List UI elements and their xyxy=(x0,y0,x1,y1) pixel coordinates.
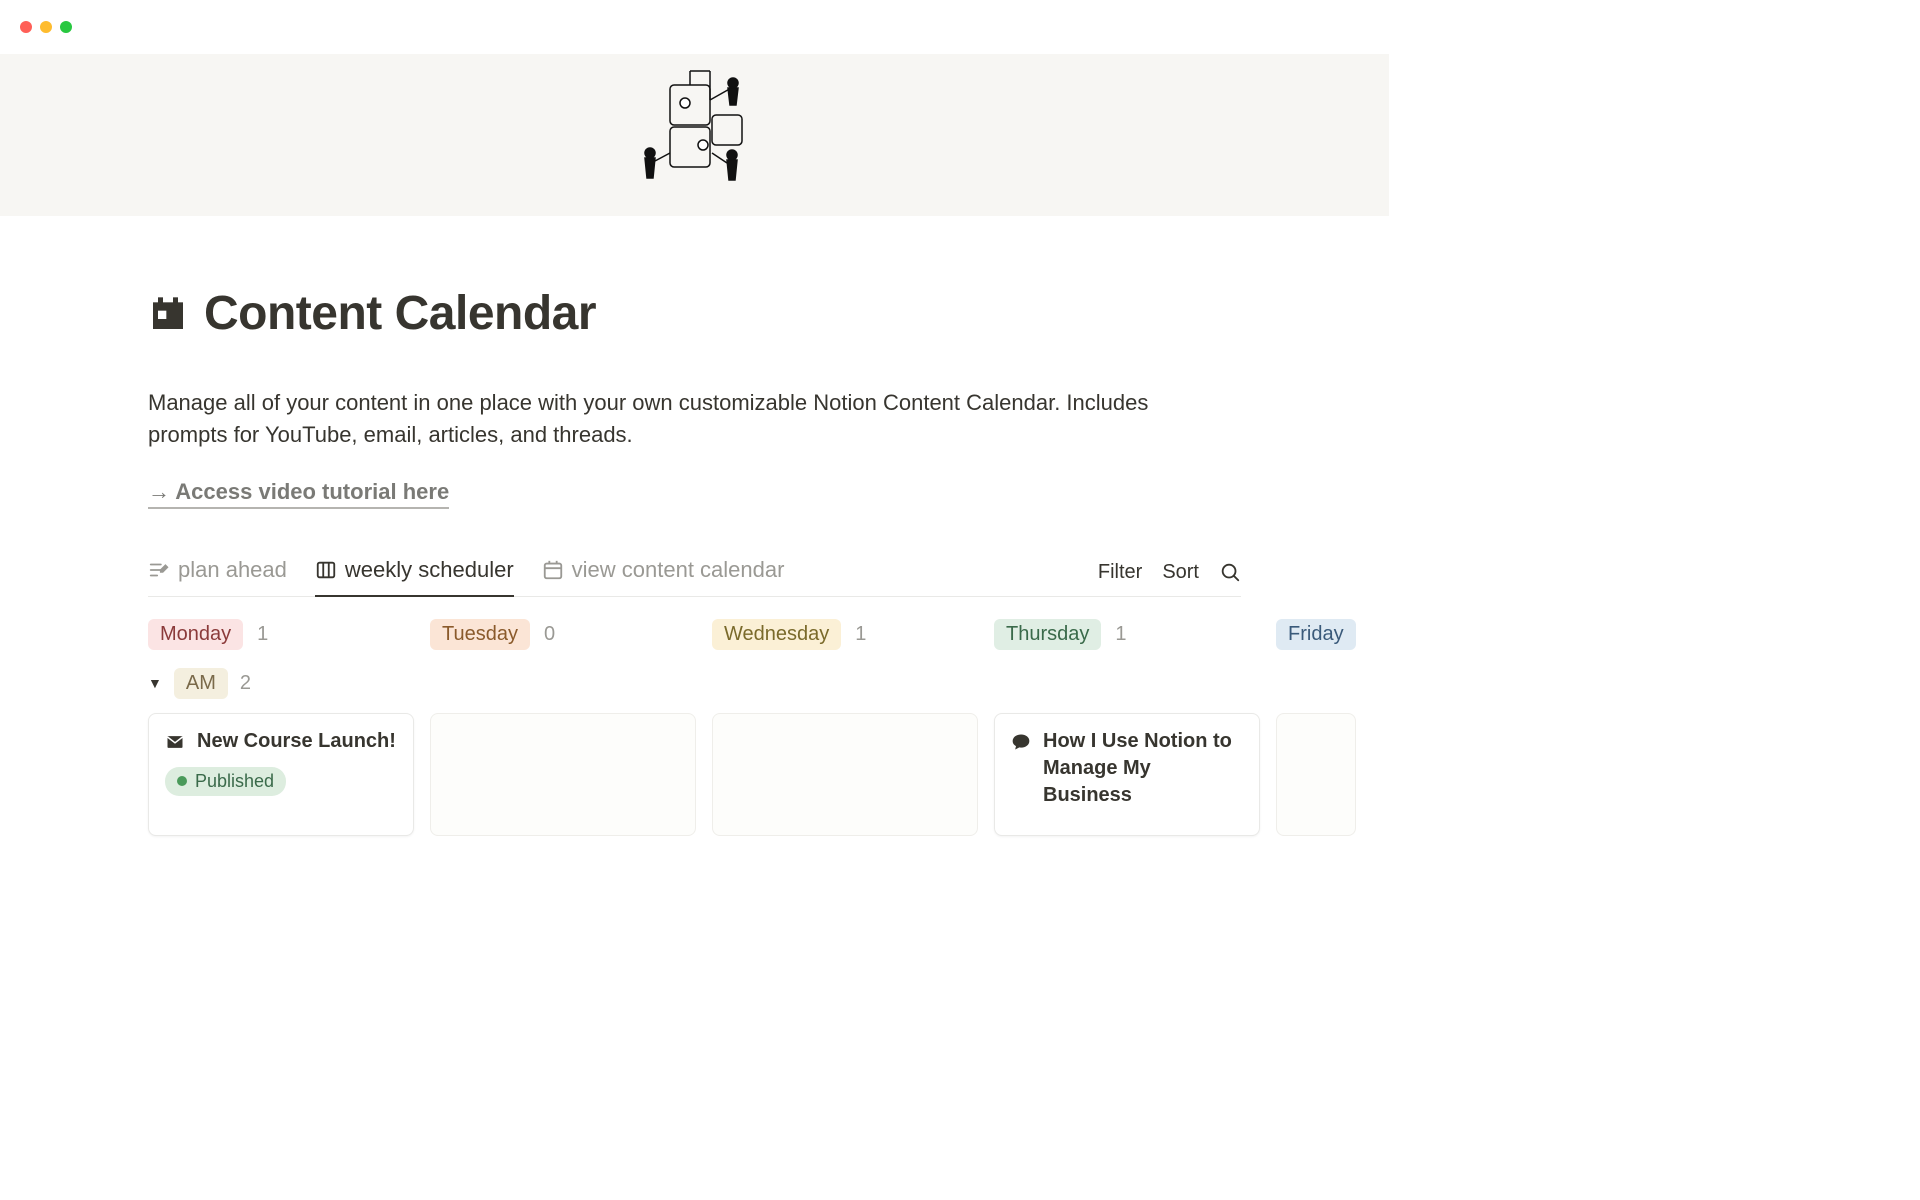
card-empty-wednesday[interactable] xyxy=(712,713,978,836)
search-icon[interactable] xyxy=(1219,561,1241,583)
edit-list-icon xyxy=(148,559,170,581)
close-window-icon[interactable] xyxy=(20,21,32,33)
card-title: New Course Launch! xyxy=(197,728,396,755)
column-count: 1 xyxy=(1115,623,1126,646)
group-pill: AM xyxy=(174,668,228,699)
tab-label: weekly scheduler xyxy=(345,557,514,583)
window-titlebar xyxy=(0,0,1389,54)
tab-plan-ahead[interactable]: plan ahead xyxy=(148,549,287,597)
envelope-icon xyxy=(165,732,185,752)
card-empty-friday[interactable] xyxy=(1276,713,1356,836)
column-header-wednesday[interactable]: Wednesday 1 xyxy=(712,619,978,650)
sort-button[interactable]: Sort xyxy=(1162,561,1199,584)
view-tabs: plan ahead weekly scheduler xyxy=(148,549,1241,597)
day-pill: Friday xyxy=(1276,619,1356,650)
group-row-am[interactable]: ▼ AM 2 xyxy=(148,668,1241,699)
caret-down-icon[interactable]: ▼ xyxy=(148,675,162,691)
minimize-window-icon[interactable] xyxy=(40,21,52,33)
card-title: How I Use Notion to Manage My Business xyxy=(1043,728,1243,809)
maximize-window-icon[interactable] xyxy=(60,21,72,33)
card-empty-tuesday[interactable] xyxy=(430,713,696,836)
card-how-i-use-notion[interactable]: How I Use Notion to Manage My Business xyxy=(994,713,1260,836)
column-count: 1 xyxy=(257,623,268,646)
status-label: Published xyxy=(195,771,274,792)
column-header-thursday[interactable]: Thursday 1 xyxy=(994,619,1260,650)
page-description: Manage all of your content in one place … xyxy=(148,387,1228,451)
chat-icon xyxy=(1011,732,1031,752)
filter-button[interactable]: Filter xyxy=(1098,561,1142,584)
day-pill: Wednesday xyxy=(712,619,841,650)
board-columns: Monday 1 Tuesday 0 Wednesday 1 Thursday … xyxy=(148,615,1241,668)
column-count: 0 xyxy=(544,623,555,646)
page-title: Content Calendar xyxy=(204,286,596,341)
tutorial-link[interactable]: → Access video tutorial here xyxy=(148,479,449,509)
cards-row: New Course Launch! Published How I Use N… xyxy=(148,713,1241,836)
traffic-lights xyxy=(20,21,72,33)
board-icon xyxy=(315,559,337,581)
tab-label: plan ahead xyxy=(178,557,287,583)
day-pill: Monday xyxy=(148,619,243,650)
column-header-tuesday[interactable]: Tuesday 0 xyxy=(430,619,696,650)
column-header-friday[interactable]: Friday xyxy=(1276,619,1356,650)
status-dot-icon xyxy=(177,776,187,786)
tab-label: view content calendar xyxy=(572,557,785,583)
tab-weekly-scheduler[interactable]: weekly scheduler xyxy=(315,549,514,597)
page-cover xyxy=(0,54,1389,216)
card-new-course-launch[interactable]: New Course Launch! Published xyxy=(148,713,414,836)
calendar-grid-icon xyxy=(542,559,564,581)
status-badge: Published xyxy=(165,767,286,796)
day-pill: Tuesday xyxy=(430,619,530,650)
calendar-icon xyxy=(148,294,188,334)
group-count: 2 xyxy=(240,672,251,695)
column-header-monday[interactable]: Monday 1 xyxy=(148,619,414,650)
column-count: 1 xyxy=(855,623,866,646)
cover-illustration xyxy=(615,65,775,205)
tab-view-calendar[interactable]: view content calendar xyxy=(542,549,785,597)
day-pill: Thursday xyxy=(994,619,1101,650)
